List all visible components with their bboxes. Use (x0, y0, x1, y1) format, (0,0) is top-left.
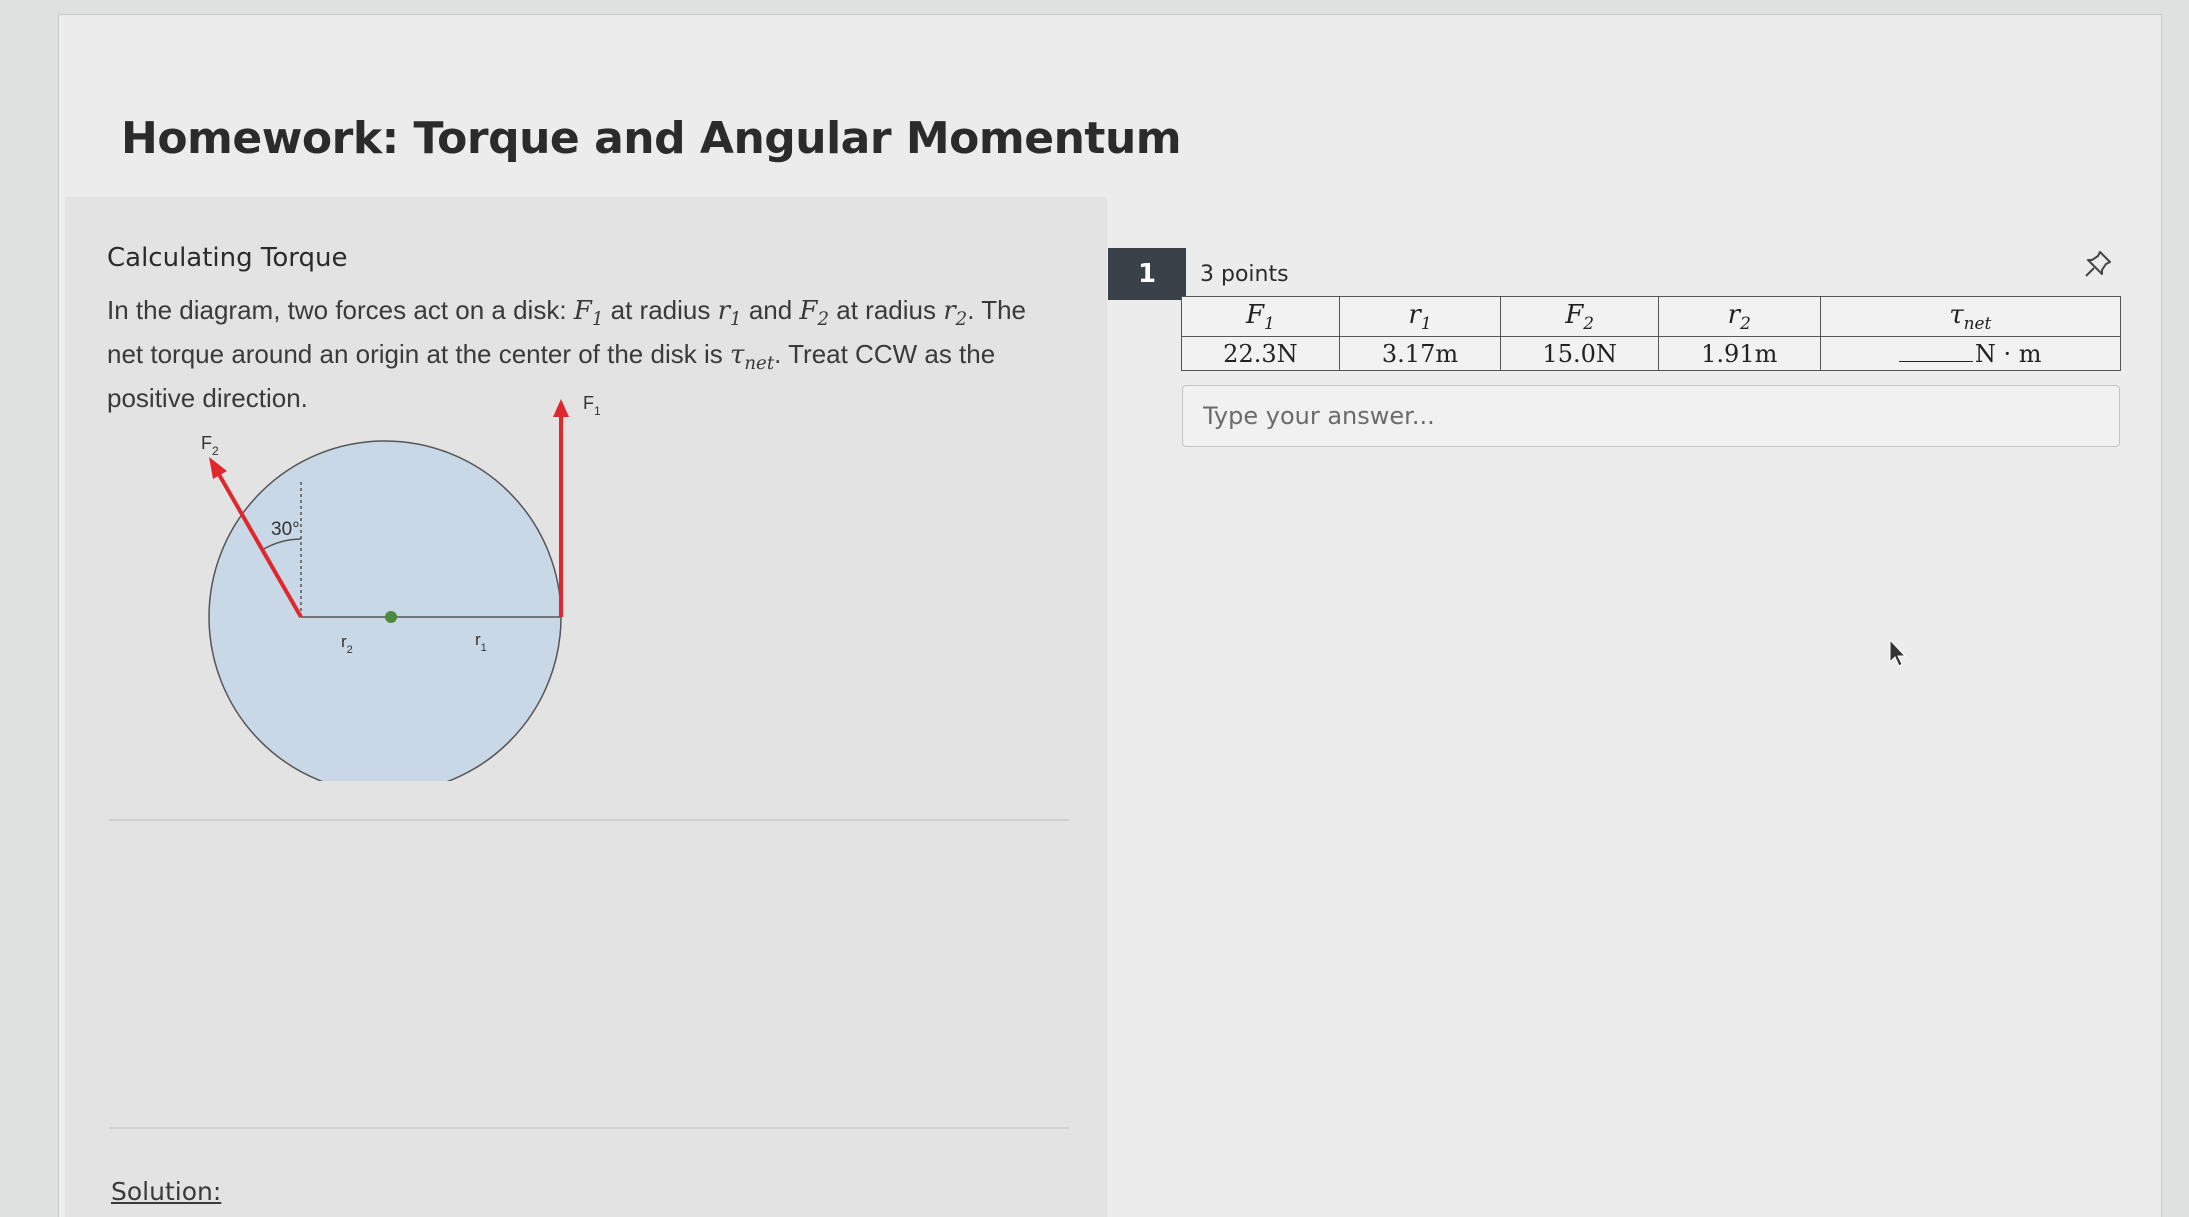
divider (109, 1127, 1069, 1129)
label-F1: F1 (583, 393, 601, 418)
force-F2-arrowhead (209, 457, 227, 479)
divider (109, 819, 1069, 821)
problem-panel: Calculating Torque In the diagram, two f… (65, 197, 1107, 1217)
table-row: 22.3N 3.17m 15.0N 1.91m N · m (1181, 336, 2121, 371)
value-F2: 15.0N (1500, 336, 1660, 371)
value-tau-net: N · m (1819, 336, 2121, 371)
value-F1: 22.3N (1181, 336, 1340, 371)
table-header-row: F1 r1 F2 r2 τnet (1181, 296, 2121, 337)
header-F2: F2 (1500, 296, 1660, 337)
header-r2: r2 (1658, 296, 1821, 337)
label-angle: 30° (271, 519, 300, 540)
unit-label: N · m (1974, 339, 2042, 368)
disk (208, 440, 562, 781)
header-tau-net: τnet (1819, 296, 2121, 337)
section-heading: Calculating Torque (107, 243, 348, 273)
problem-text-part: In the diagram, two forces act on a disk… (107, 295, 574, 325)
label-F2: F2 (201, 433, 219, 458)
math-F1: F1 (573, 296, 604, 331)
math-F2: F2 (799, 296, 830, 331)
question-points: 3 points (1200, 262, 1289, 287)
force-F1-arrowhead (553, 399, 569, 417)
force-diagram: F1 F2 30° r2 r1 (201, 393, 601, 781)
value-r2: 1.91m (1658, 336, 1821, 371)
solution-label: Solution: (111, 1177, 222, 1206)
question-number: 1 (1108, 248, 1186, 300)
pin-icon[interactable] (2082, 248, 2114, 280)
math-r1: r1 (717, 296, 742, 331)
page-title: Homework: Torque and Angular Momentum (121, 113, 1182, 164)
problem-text-part: at radius (603, 295, 718, 325)
math-r2: r2 (943, 296, 968, 331)
answer-blank (1898, 348, 1973, 362)
given-values-table: F1 r1 F2 r2 τnet 22.3N 3.17m 15.0N 1.91m… (1181, 296, 2121, 371)
homework-page: Homework: Torque and Angular Momentum Ca… (58, 14, 2162, 1217)
answer-input[interactable] (1182, 385, 2120, 447)
math-tau-net: τnet (729, 340, 775, 375)
center-point (385, 611, 397, 623)
header-r1: r1 (1338, 296, 1502, 337)
problem-text-part: at radius (829, 295, 944, 325)
header-F1: F1 (1181, 296, 1340, 337)
problem-text-part: and (741, 295, 800, 325)
value-r1: 3.17m (1338, 336, 1502, 371)
cursor-icon (1889, 638, 1907, 667)
